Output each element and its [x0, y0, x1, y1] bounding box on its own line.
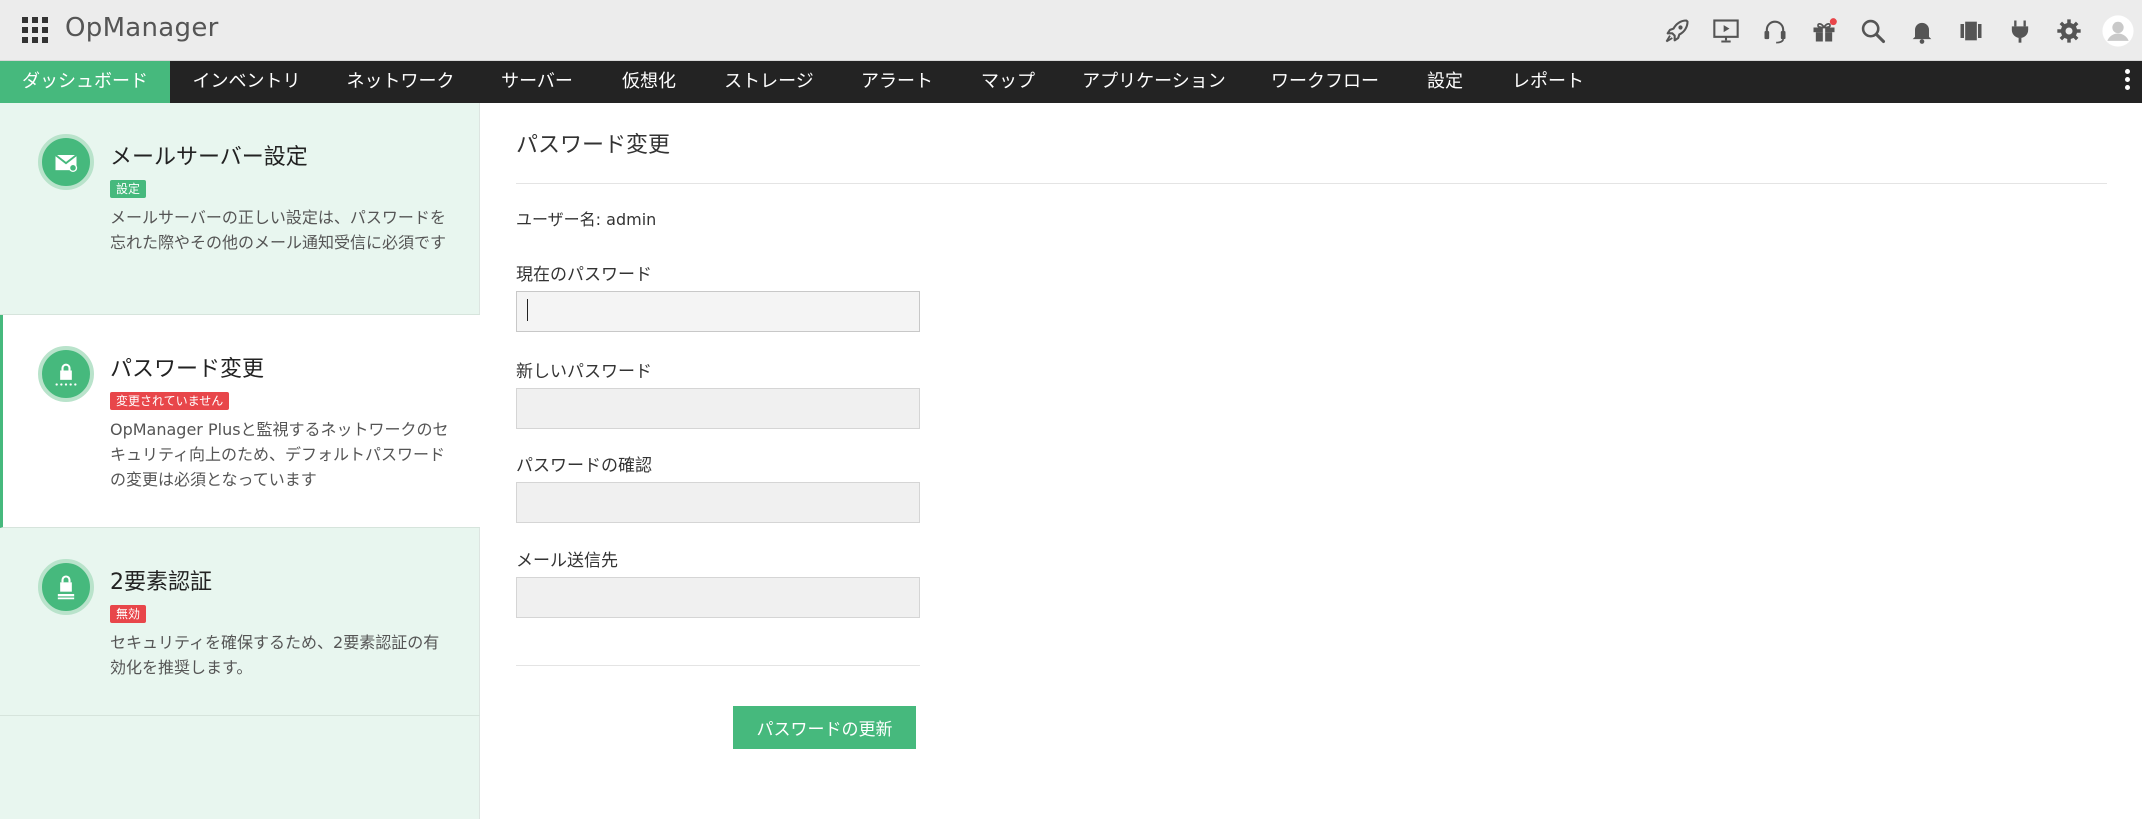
status-badge: 無効 — [110, 605, 147, 623]
devices-icon[interactable] — [1946, 0, 1995, 61]
username-value: admin — [606, 210, 657, 229]
card-mail-server[interactable]: メールサーバー設定 設定 メールサーバーの正しい設定は、パスワードを忘れた際やそ… — [0, 103, 480, 315]
nav-item-applications[interactable]: アプリケーション — [1058, 61, 1250, 103]
confirm-password-input[interactable] — [516, 482, 920, 523]
nav-item-reports[interactable]: レポート — [1490, 61, 1606, 103]
current-password-input[interactable] — [516, 291, 920, 332]
top-header: OpManager — [0, 0, 2142, 61]
nav-item-inventory[interactable]: インベントリ — [170, 61, 323, 103]
status-badge: 変更されていません — [110, 392, 230, 410]
card-password-change[interactable]: パスワード変更 変更されていません OpManager Plusと監視するネット… — [0, 315, 480, 528]
form-title: パスワード変更 — [516, 133, 671, 158]
rocket-icon[interactable] — [1652, 0, 1701, 61]
card-title: メールサーバー設定 — [110, 145, 308, 170]
nav-item-workflow[interactable]: ワークフロー — [1250, 61, 1400, 103]
card-title: 2要素認証 — [110, 570, 212, 595]
nav-item-alerts[interactable]: アラート — [836, 61, 958, 103]
password-lock-icon — [38, 346, 94, 402]
app-title: OpManager — [65, 13, 219, 43]
new-password-input[interactable] — [516, 388, 920, 429]
setup-sidebar: メールサーバー設定 設定 メールサーバーの正しい設定は、パスワードを忘れた際やそ… — [0, 103, 480, 819]
card-description: OpManager Plusと監視するネットワークのセキュリティ向上のため、デフ… — [110, 420, 449, 489]
card-title: パスワード変更 — [110, 357, 265, 382]
new-password-label: 新しいパスワード — [516, 362, 652, 382]
main-nav: ダッシュボード インベントリ ネットワーク サーバー 仮想化 ストレージ アラー… — [0, 61, 2142, 103]
nav-item-virtualization[interactable]: 仮想化 — [596, 61, 702, 103]
app-grid-icon[interactable] — [22, 17, 48, 43]
avatar-icon[interactable] — [2093, 0, 2142, 61]
status-badge: 設定 — [110, 180, 147, 198]
search-icon[interactable] — [1848, 0, 1897, 61]
nav-item-dashboard[interactable]: ダッシュボード — [0, 61, 170, 103]
card-two-factor[interactable]: 2要素認証 無効 セキュリティを確保するため、2要素認証の有効化を推奨します。 — [0, 528, 480, 716]
more-options-icon[interactable] — [2122, 69, 2132, 95]
text-caret — [527, 299, 528, 321]
username-line: ユーザー名: admin — [516, 206, 656, 230]
current-password-label: 現在のパスワード — [516, 265, 652, 285]
update-password-button[interactable]: パスワードの更新 — [733, 706, 916, 749]
email-input[interactable] — [516, 577, 920, 618]
divider — [516, 183, 2107, 184]
mail-icon — [38, 134, 94, 190]
two-factor-lock-icon — [38, 559, 94, 615]
email-label: メール送信先 — [516, 551, 618, 571]
nav-item-maps[interactable]: マップ — [958, 61, 1058, 103]
plug-icon[interactable] — [1995, 0, 2044, 61]
header-toolbar — [1652, 0, 2142, 61]
headset-icon[interactable] — [1750, 0, 1799, 61]
password-change-form: パスワード変更 ユーザー名: admin 現在のパスワード 新しいパスワード パ… — [481, 103, 2142, 819]
gift-icon[interactable] — [1799, 0, 1848, 61]
card-description: メールサーバーの正しい設定は、パスワードを忘れた際やその他のメール通知受信に必須… — [110, 208, 447, 252]
divider — [516, 665, 920, 666]
presentation-icon[interactable] — [1701, 0, 1750, 61]
confirm-password-label: パスワードの確認 — [516, 456, 652, 476]
bell-icon[interactable] — [1897, 0, 1946, 61]
gear-icon[interactable] — [2044, 0, 2093, 61]
username-label: ユーザー名: — [516, 210, 602, 229]
nav-item-network[interactable]: ネットワーク — [323, 61, 478, 103]
nav-item-storage[interactable]: ストレージ — [702, 61, 836, 103]
card-description: セキュリティを確保するため、2要素認証の有効化を推奨します。 — [110, 633, 440, 677]
nav-item-servers[interactable]: サーバー — [478, 61, 596, 103]
nav-item-settings[interactable]: 設定 — [1400, 61, 1490, 103]
